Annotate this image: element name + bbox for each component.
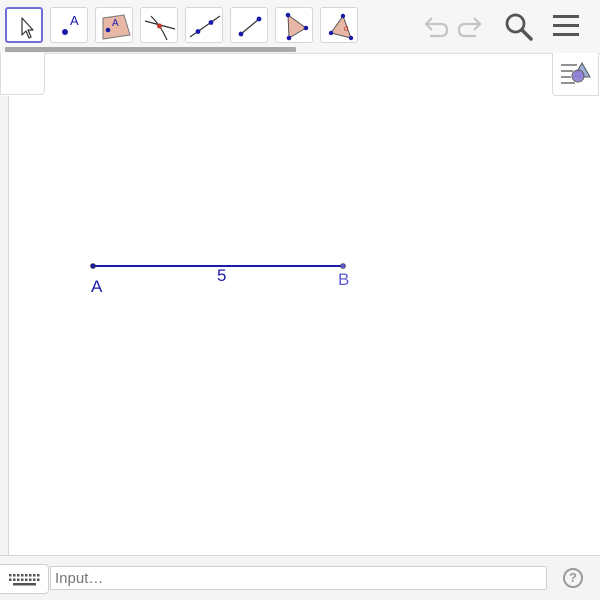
segment-length-label: 5 (217, 266, 227, 285)
point-a-label: A (91, 277, 103, 296)
input-bar: ? (0, 555, 600, 600)
point-a[interactable] (90, 263, 96, 269)
point-b[interactable] (340, 263, 346, 269)
keyboard-button[interactable] (0, 564, 49, 594)
point-b-label: B (338, 270, 350, 289)
graphics-view[interactable] (0, 0, 600, 555)
keyboard-icon (9, 574, 40, 586)
help-button[interactable]: ? (563, 568, 583, 588)
input-field[interactable] (50, 566, 547, 590)
